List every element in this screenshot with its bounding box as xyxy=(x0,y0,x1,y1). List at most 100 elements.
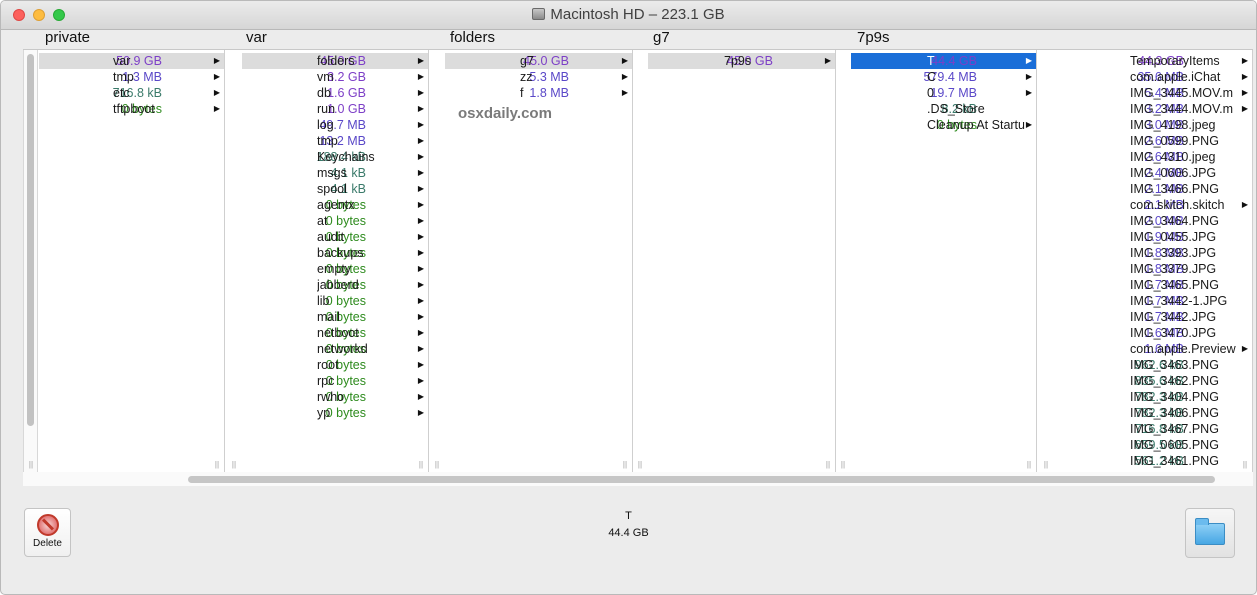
list-item[interactable]: 2.6 MB IMG_4310.jpeg xyxy=(1054,149,1252,165)
item-name: at xyxy=(317,214,328,228)
column-resize-handle[interactable]: || xyxy=(230,461,238,469)
list-item[interactable]: 1.6 MB IMG_3470.JPG xyxy=(1054,325,1252,341)
list-item[interactable]: 13.2 MB tmp ▶ xyxy=(242,133,428,149)
list-item[interactable]: 4.1 kB msgs ▶ xyxy=(242,165,428,181)
list-item[interactable]: 35.6 MB com.apple.iChat ▶ xyxy=(1054,69,1252,85)
list-item[interactable]: 0 bytes audit ▶ xyxy=(242,229,428,245)
vertical-scrollbar[interactable] xyxy=(23,50,38,473)
list-item[interactable]: 2.6 MB IMG_0599.PNG xyxy=(1054,133,1252,149)
list-item[interactable]: 0 bytes at ▶ xyxy=(242,213,428,229)
list-item[interactable]: 0 bytes agentx ▶ xyxy=(242,197,428,213)
list-item[interactable]: 49.7 MB log ▶ xyxy=(242,117,428,133)
list-item[interactable]: 2.0 MB IMG_3464.PNG xyxy=(1054,213,1252,229)
item-name: backups xyxy=(317,246,364,260)
list-item[interactable]: 1.7 MB IMG_3465.PNG xyxy=(1054,277,1252,293)
list-item[interactable]: 1.6 MB com.apple.Preview ▶ xyxy=(1054,341,1252,357)
list-item[interactable]: 782.3 kB IMG_3404.PNG xyxy=(1054,389,1252,405)
list-item[interactable]: 50.9 GB var ▶ xyxy=(39,53,224,69)
list-item[interactable]: 8.2 kB .DS_Store xyxy=(851,101,1036,117)
list-item[interactable]: 0 bytes jabberd ▶ xyxy=(242,277,428,293)
column-resize-handle[interactable]: || xyxy=(1042,461,1050,469)
list-item[interactable]: 1.7 MB IMG_3442-1.JPG xyxy=(1054,293,1252,309)
disclosure-arrow-icon: ▶ xyxy=(1025,88,1032,97)
disclosure-arrow-icon: ▶ xyxy=(417,376,424,385)
horizontal-scroll-thumb[interactable] xyxy=(188,476,1215,483)
column-resize-handle[interactable]: || xyxy=(824,461,832,469)
list-item[interactable]: 716.8 kB IMG_3467.PNG xyxy=(1054,421,1252,437)
horizontal-scrollbar[interactable] xyxy=(23,472,1253,486)
vertical-scroll-thumb[interactable] xyxy=(27,54,34,426)
list-item[interactable]: 0 bytes root ▶ xyxy=(242,357,428,373)
column-resize-handle[interactable]: || xyxy=(213,461,221,469)
column-resize-handle[interactable]: || xyxy=(1025,461,1033,469)
list-item[interactable]: 19.7 MB 0 ▶ xyxy=(851,85,1036,101)
list-item[interactable]: 3.2 MB IMG_3444.MOV.m ▶ xyxy=(1054,101,1252,117)
list-item[interactable]: 2.1 MB IMG_3466.PNG xyxy=(1054,181,1252,197)
list-item[interactable]: 1.3 MB tmp ▶ xyxy=(39,69,224,85)
list-item[interactable]: 0 bytes networkd ▶ xyxy=(242,341,428,357)
item-name: IMG_3466.PNG xyxy=(1130,182,1219,196)
list-item[interactable]: 561.2 kB IMG_3461.PNG xyxy=(1054,453,1252,469)
list-item[interactable]: 0 bytes mail ▶ xyxy=(242,309,428,325)
item-name: lib xyxy=(317,294,330,308)
browser-column[interactable]: 45.0 GB folders ▶ 3.2 GB vm ▶ 1.6 GB db ▶ 1.0 GB r… xyxy=(242,50,429,473)
disclosure-arrow-icon: ▶ xyxy=(1241,104,1248,113)
item-name: root xyxy=(317,358,339,372)
list-item[interactable]: 1.8 MB f ▶ xyxy=(445,85,632,101)
column-resize-handle[interactable]: || xyxy=(621,461,629,469)
list-item[interactable]: 0 bytes yp ▶ xyxy=(242,405,428,421)
list-item[interactable]: 0 bytes backups ▶ xyxy=(242,245,428,261)
disclosure-arrow-icon: ▶ xyxy=(417,248,424,257)
item-name: .DS_Store xyxy=(927,102,985,116)
list-item[interactable]: 4.1 kB spool ▶ xyxy=(242,181,428,197)
list-item[interactable]: 1.8 MB IMG_3379.JPG xyxy=(1054,261,1252,277)
browser-column[interactable]: 44.3 GB TemporaryItems ▶ 35.6 MB com.apple.i… xyxy=(1054,50,1253,473)
list-item[interactable]: 579.4 MB C ▶ xyxy=(851,69,1036,85)
item-name: IMG_3463.PNG xyxy=(1130,358,1219,372)
list-item[interactable]: 1.9 MB IMG_0455.JPG xyxy=(1054,229,1252,245)
list-item[interactable]: 1.0 GB run ▶ xyxy=(242,101,428,117)
list-item[interactable]: 1.8 MB IMG_3393.JPG xyxy=(1054,245,1252,261)
column-resize-handle[interactable]: || xyxy=(839,461,847,469)
list-item[interactable]: 2.1 MB com.skitch.skitch ▶ xyxy=(1054,197,1252,213)
column-resize-handle[interactable]: || xyxy=(417,461,425,469)
list-item[interactable]: 3.0 MB IMG_4198.jpeg xyxy=(1054,117,1252,133)
browser-column[interactable]: 45.0 GB g7 ▶ 5.3 MB zz ▶ 1.8 MB f ▶ osxdaily.com |… xyxy=(445,50,633,473)
column-resize-handle[interactable]: || xyxy=(27,461,35,469)
disclosure-arrow-icon: ▶ xyxy=(213,72,220,81)
list-item[interactable]: 659.5 kB IMG_0605.PNG xyxy=(1054,437,1252,453)
list-item[interactable]: 3.2 GB vm ▶ xyxy=(242,69,428,85)
list-item[interactable]: 44.4 GB T ▶ xyxy=(851,53,1036,69)
column-resize-handle[interactable]: || xyxy=(636,461,644,469)
list-item[interactable]: 1.7 MB IMG_3442.JPG xyxy=(1054,309,1252,325)
list-item[interactable]: 45.0 GB g7 ▶ xyxy=(445,53,632,69)
list-item[interactable]: 1.6 GB db ▶ xyxy=(242,85,428,101)
browser-column[interactable]: 45.0 GB 7p9s ▶ || xyxy=(648,50,836,473)
disclosure-arrow-icon: ▶ xyxy=(417,168,424,177)
browser-column[interactable]: 50.9 GB var ▶ 1.3 MB tmp ▶ 716.8 kB etc ▶ 0 bytes… xyxy=(39,50,225,473)
list-item[interactable]: 0 bytes netboot ▶ xyxy=(242,325,428,341)
reveal-in-finder-button[interactable] xyxy=(1185,508,1235,558)
disclosure-arrow-icon: ▶ xyxy=(417,344,424,353)
list-item[interactable]: 0 bytes Cleanup At Startup ▶ xyxy=(851,117,1036,133)
list-item[interactable]: 0 bytes tftpboot ▶ xyxy=(39,101,224,117)
list-item[interactable]: 188.4 kB Keychains ▶ xyxy=(242,149,428,165)
list-item[interactable]: 5.4 MB IMG_3445.MOV.m ▶ xyxy=(1054,85,1252,101)
list-item[interactable]: 45.0 GB folders ▶ xyxy=(242,53,428,69)
list-item[interactable]: 45.0 GB 7p9s ▶ xyxy=(648,53,835,69)
column-resize-handle[interactable]: || xyxy=(1241,461,1249,469)
list-item[interactable]: 5.3 MB zz ▶ xyxy=(445,69,632,85)
list-item[interactable]: 782.3 kB IMG_3406.PNG xyxy=(1054,405,1252,421)
list-item[interactable]: 0 bytes lib ▶ xyxy=(242,293,428,309)
list-item[interactable]: 0 bytes empty ▶ xyxy=(242,261,428,277)
list-item[interactable]: 44.3 GB TemporaryItems ▶ xyxy=(1054,53,1252,69)
list-item[interactable]: 835.6 kB IMG_3462.PNG xyxy=(1054,373,1252,389)
browser-column[interactable]: 44.4 GB T ▶ 579.4 MB C ▶ 19.7 MB 0 ▶ 8.2 kB .DS_St… xyxy=(851,50,1037,473)
list-item[interactable]: 2.4 MB IMG_0606.JPG xyxy=(1054,165,1252,181)
list-item[interactable]: 0 bytes rpc ▶ xyxy=(242,373,428,389)
disclosure-arrow-icon: ▶ xyxy=(417,120,424,129)
list-item[interactable]: 962.6 kB IMG_3463.PNG xyxy=(1054,357,1252,373)
list-item[interactable]: 0 bytes rwho ▶ xyxy=(242,389,428,405)
column-resize-handle[interactable]: || xyxy=(433,461,441,469)
list-item[interactable]: 716.8 kB etc ▶ xyxy=(39,85,224,101)
